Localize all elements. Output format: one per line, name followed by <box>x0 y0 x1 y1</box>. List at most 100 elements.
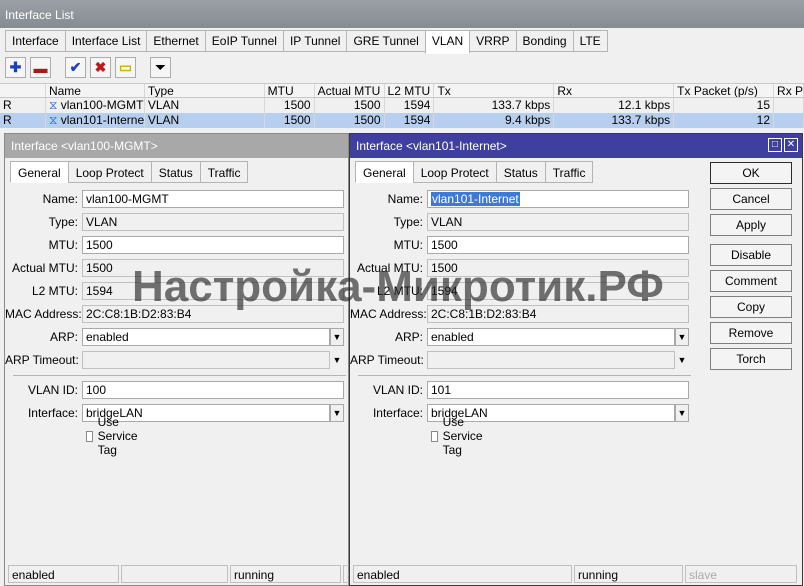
actual-mtu-field: 1500 <box>82 259 344 277</box>
column-header-mtu[interactable]: MTU <box>265 84 315 97</box>
tab-interface[interactable]: Interface <box>5 30 66 52</box>
dropdown-arrow-icon[interactable]: ▼ <box>330 328 344 346</box>
tab-traffic[interactable]: Traffic <box>199 161 249 183</box>
table-cell-actual-mtu: 1500 <box>315 98 385 113</box>
vlan-id-label: VLAN ID: <box>27 383 78 397</box>
tab-gre-tunnel[interactable]: GRE Tunnel <box>346 30 426 52</box>
tab-bonding[interactable]: Bonding <box>515 30 574 52</box>
vlan-id-field[interactable]: 100 <box>82 381 344 399</box>
name-field[interactable]: vlan100-MGMT <box>82 190 344 208</box>
vlan-id-label: VLAN ID: <box>372 383 423 397</box>
toolbar: ✚ ▬ ✔ ✖ ▭ ⏷ <box>5 57 171 79</box>
service-tag-checkbox[interactable] <box>431 430 438 442</box>
tab-status[interactable]: Status <box>495 161 546 183</box>
arp-select[interactable]: enabled <box>427 328 675 346</box>
tab-loop-protect[interactable]: Loop Protect <box>412 161 497 183</box>
tab-loop-protect[interactable]: Loop Protect <box>67 161 152 183</box>
dropdown-arrow-icon[interactable]: ▼ <box>675 404 689 422</box>
table-cell-mtu: 1500 <box>265 98 315 113</box>
interface-label: Interface: <box>27 406 78 420</box>
column-header-rx-packet[interactable]: Rx Pa <box>774 84 804 97</box>
table-cell-name-text: vlan100-MGMT <box>60 98 144 112</box>
tab-interface-list[interactable]: Interface List <box>64 30 148 52</box>
column-header-name[interactable]: Name <box>46 84 145 97</box>
arp-timeout-field[interactable] <box>427 351 675 369</box>
mtu-label: MTU: <box>393 238 423 252</box>
table-row[interactable]: R ⧖ vlan100-MGMT VLAN 1500 1500 1594 133… <box>0 98 804 113</box>
arp-select[interactable]: enabled <box>82 328 330 346</box>
divider <box>13 375 346 376</box>
close-icon[interactable]: ✕ <box>784 138 798 152</box>
status-bar: enabled running s <box>8 565 351 583</box>
check-icon[interactable]: ✔ <box>65 57 86 78</box>
tab-ethernet[interactable]: Ethernet <box>146 30 206 52</box>
type-field: VLAN <box>427 213 689 231</box>
dialog-title[interactable]: Interface <vlan101-Internet> <box>350 134 802 158</box>
table-cell-name: ⧖ vlan101-Internet <box>46 113 145 128</box>
column-header-rx[interactable]: Rx <box>554 84 675 97</box>
l2-mtu-label: L2 MTU: <box>31 284 78 298</box>
tab-vlan[interactable]: VLAN <box>424 30 471 54</box>
tab-vrrp[interactable]: VRRP <box>469 30 517 52</box>
column-header-l2-mtu[interactable]: L2 MTU <box>385 84 435 97</box>
copy-button[interactable]: Copy <box>710 296 792 318</box>
mtu-label: MTU: <box>48 238 78 252</box>
tab-general[interactable]: General <box>355 161 414 183</box>
arp-label: ARP: <box>394 330 423 344</box>
column-header-actual-mtu[interactable]: Actual MTU <box>315 84 385 97</box>
table-cell-tx-packet: 12 <box>674 113 775 128</box>
filter-icon[interactable]: ⏷ <box>150 57 171 78</box>
mtu-field[interactable]: 1500 <box>82 236 344 254</box>
comment-button[interactable]: Comment <box>710 270 792 292</box>
column-header-tx-packet[interactable]: Tx Packet (p/s) <box>674 84 775 97</box>
tab-traffic[interactable]: Traffic <box>544 161 594 183</box>
arp-timeout-label: ARP Timeout: <box>350 353 424 367</box>
tab-general[interactable]: General <box>10 161 69 183</box>
ok-button[interactable]: OK <box>710 162 792 184</box>
cross-icon[interactable]: ✖ <box>90 57 111 78</box>
service-tag-label: Use Service Tag <box>97 415 138 457</box>
name-field[interactable]: vlan101-Internet <box>427 190 689 208</box>
interface-label: Interface: <box>372 406 423 420</box>
disable-button[interactable]: Disable <box>710 244 792 266</box>
dialog-title[interactable]: Interface <vlan100-MGMT> <box>5 134 348 158</box>
tab-ip-tunnel[interactable]: IP Tunnel <box>282 30 348 52</box>
table-cell-tx: 9.4 kbps <box>434 113 555 128</box>
tab-lte[interactable]: LTE <box>572 30 608 52</box>
dropdown-arrow-icon[interactable]: ▼ <box>330 404 344 422</box>
mac-label: MAC Address: <box>350 307 427 321</box>
status-slave: slave <box>685 565 797 583</box>
cancel-button[interactable]: Cancel <box>710 188 792 210</box>
tab-eoip-tunnel[interactable]: EoIP Tunnel <box>204 30 284 52</box>
service-tag-checkbox[interactable] <box>86 430 93 442</box>
column-header-type[interactable]: Type <box>145 84 265 97</box>
arp-timeout-field[interactable] <box>82 351 330 369</box>
remove-button[interactable]: Remove <box>710 322 792 344</box>
interface-table: Name Type MTU Actual MTU L2 MTU Tx Rx Tx… <box>0 83 804 128</box>
window-controls: □ ✕ <box>768 138 798 152</box>
column-header[interactable] <box>0 84 46 97</box>
vlan-id-field[interactable]: 101 <box>427 381 689 399</box>
status-blank <box>121 565 228 583</box>
status-enabled: enabled <box>353 565 572 583</box>
mtu-field[interactable]: 1500 <box>427 236 689 254</box>
mac-field: 2C:C8:1B:D2:83:B4 <box>427 305 689 323</box>
apply-button[interactable]: Apply <box>710 214 792 236</box>
table-cell-type: VLAN <box>145 98 265 113</box>
table-cell-name-text: vlan101-Internet <box>60 113 145 127</box>
name-label: Name: <box>42 192 78 206</box>
minus-icon[interactable]: ▬ <box>30 57 51 78</box>
dropdown-arrow-icon[interactable]: ▼ <box>675 328 689 346</box>
plus-icon[interactable]: ✚ <box>5 57 26 78</box>
tab-status[interactable]: Status <box>150 161 201 183</box>
column-header-tx[interactable]: Tx <box>434 84 555 97</box>
dropdown-arrow-icon[interactable]: ▼ <box>330 351 344 369</box>
mac-label: MAC Address: <box>5 307 82 321</box>
maximize-icon[interactable]: □ <box>768 138 782 152</box>
dialog-tabs: General Loop Protect Status Traffic <box>355 161 594 183</box>
table-row[interactable]: R ⧖ vlan101-Internet VLAN 1500 1500 1594… <box>0 113 804 128</box>
torch-button[interactable]: Torch <box>710 348 792 370</box>
type-label: Type: <box>393 215 423 229</box>
dropdown-arrow-icon[interactable]: ▼ <box>675 351 689 369</box>
note-icon[interactable]: ▭ <box>115 57 136 78</box>
